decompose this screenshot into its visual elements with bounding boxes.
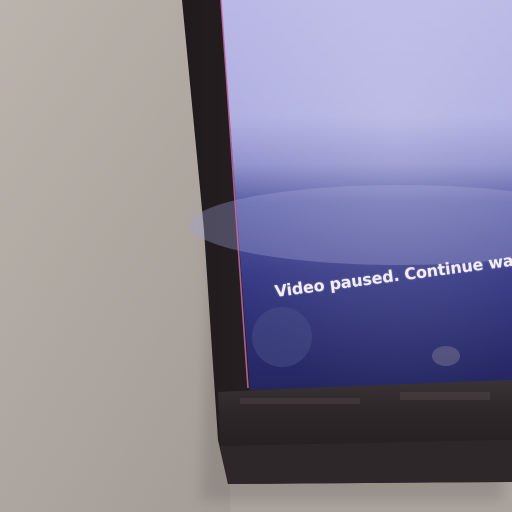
bezel-lip <box>220 440 512 484</box>
photo-scene: Video paused. Continue wa <box>0 0 512 512</box>
television: Video paused. Continue wa <box>0 0 512 512</box>
video-paused-message: Video paused. Continue wa <box>273 250 512 301</box>
